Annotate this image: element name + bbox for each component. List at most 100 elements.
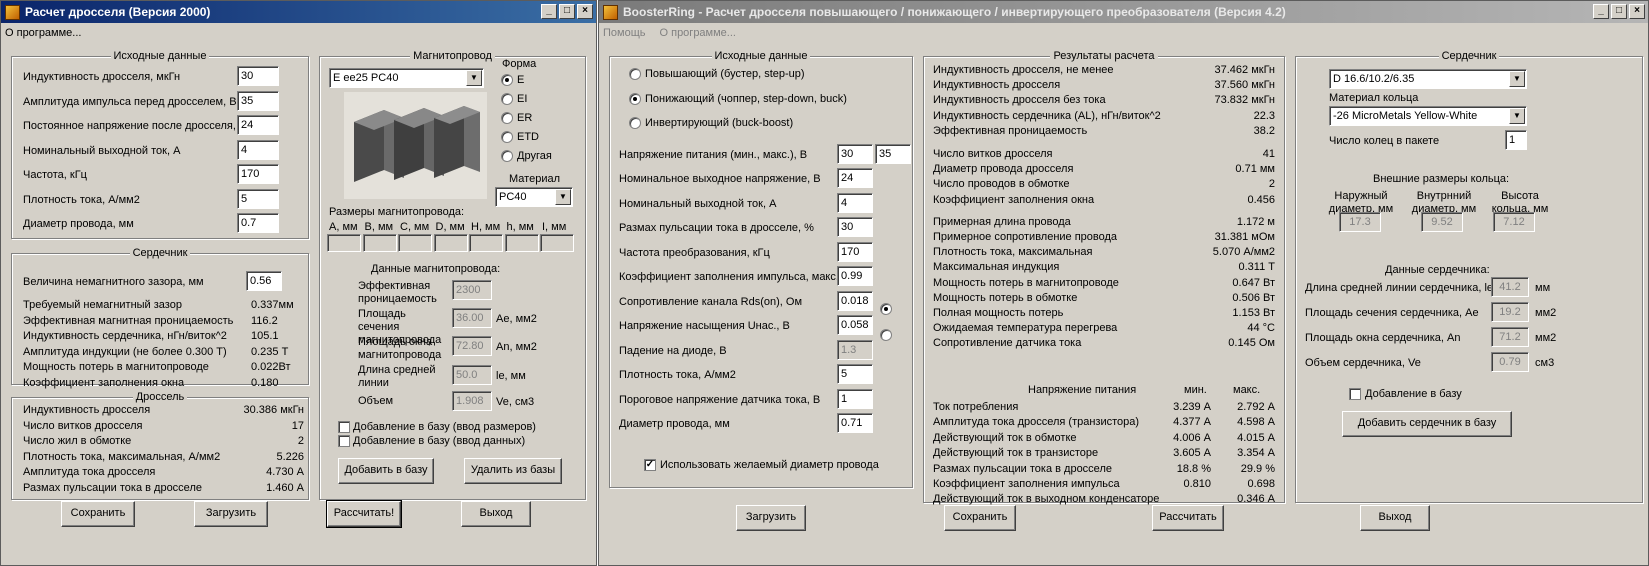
menu-about[interactable]: О программе... [660,27,736,39]
dim-input [327,234,361,252]
usat-radio[interactable] [880,329,892,341]
chevron-down-icon[interactable]: ▼ [555,189,571,205]
ae-input: 36.00 [452,308,492,328]
title-bar[interactable]: Расчет дросселя (Версия 2000) _ □ × [1,1,596,23]
add-data-checkbox[interactable] [338,435,350,447]
rings-count-input[interactable]: 1 [1505,130,1527,150]
result-label: Примерное сопротивление провода [933,231,1118,243]
maximize-button[interactable]: □ [559,4,575,19]
use-wire-checkbox[interactable]: ✓ [644,459,656,471]
le-unit: le, мм [496,370,526,382]
exit-button[interactable]: Выход [1360,505,1430,531]
result-value: 22.3 [1253,109,1275,122]
supply-max: 4.015 А [1237,431,1275,444]
shape-radio[interactable] [501,112,513,124]
chevron-down-icon[interactable]: ▼ [466,70,482,86]
source-input[interactable]: 0.99 [837,266,873,286]
menu-help[interactable]: Помощь [603,27,646,39]
ring-core-select[interactable]: D 16.6/10.2/6.35 ▼ [1329,69,1527,89]
add-dims-checkbox[interactable] [338,421,350,433]
exit-button[interactable]: Выход [461,501,531,527]
source-label: Коэффициент заполнения импульса, макс. [619,271,839,283]
remove-from-db-button[interactable]: Удалить из базы [464,458,562,484]
vin-min-input[interactable]: 30 [837,144,873,164]
supply-min: 18.8 % [1176,462,1211,475]
save-button[interactable]: Сохранить [61,501,135,527]
shape-label: ER [517,112,533,124]
choke-label: Амплитуда тока дросселя [23,466,156,478]
mode-radio[interactable] [629,68,641,80]
source-input[interactable]: 0.058 [837,315,873,335]
vin-max-input[interactable]: 35 [875,144,911,164]
dim-input [398,234,432,252]
source-input[interactable]: 170 [837,241,873,262]
source-input[interactable]: 1.3 [837,339,873,360]
ring-material-select[interactable]: -26 MicroMetals Yellow-White ▼ [1329,106,1527,126]
shape-radio[interactable] [501,131,513,143]
maximize-button[interactable]: □ [1611,4,1627,19]
source-input[interactable]: 4 [837,192,873,213]
shape-title: Форма [502,58,537,70]
calculate-button[interactable]: Рассчитать [1152,505,1224,531]
add-to-db-button[interactable]: Добавить в базу [338,458,434,484]
core-type-select[interactable]: E ee25 PC40 ▼ [329,68,484,88]
source-label: Пороговое напряжение датчика тока, В [619,393,821,406]
source-input[interactable]: 24 [237,115,279,135]
gap-input[interactable]: 0.56 [246,271,282,291]
source-input[interactable]: 4 [237,139,279,160]
le-input: 50.0 [452,365,492,385]
title-bar[interactable]: BoosterRing - Расчет дросселя повышающег… [599,1,1648,23]
source-input[interactable]: 1 [837,388,873,409]
add-core-checkbox[interactable] [1349,388,1361,400]
source-label: Частота, кГц [23,169,87,181]
load-button[interactable]: Загрузить [194,501,268,527]
source-input[interactable]: 30 [237,66,279,86]
result-value: 0.506 Вт [1232,291,1275,304]
source-label: Частота преобразования, кГц [619,246,770,259]
dim-input [504,234,539,252]
supply-max: 0.346 А [1237,493,1275,506]
material-select[interactable]: PC40 ▼ [495,187,573,207]
choke-value: 1.460 А [266,481,304,494]
source-label: Сопротивление канала Rds(on), Ом [619,295,803,308]
minimize-button[interactable]: _ [1593,4,1609,19]
mode-radio[interactable] [629,117,641,129]
shape-radio[interactable] [501,150,513,162]
load-button[interactable]: Загрузить [736,505,806,531]
supply-max: 3.354 А [1237,447,1275,460]
boosterring-window: BoosterRing - Расчет дросселя повышающег… [598,0,1649,566]
max-header: макс. [1233,384,1261,396]
shape-label: Другая [517,150,552,162]
result-label: Плотность тока, максимальная [933,246,1093,259]
add-core-label: Добавление в базу [1365,388,1462,400]
rds-radio[interactable] [880,303,892,315]
mode-radio[interactable] [629,92,641,105]
ve-unit: Ve, см3 [496,396,535,408]
choke-value: 2 [297,435,304,447]
shape-radio[interactable] [501,74,513,86]
calculate-button[interactable]: Рассчитать! [326,500,402,528]
source-input[interactable]: 0.71 [837,413,873,433]
source-input[interactable]: 5 [837,364,873,384]
close-button[interactable]: × [1629,4,1645,19]
core-label: Амплитуда индукции (не более 0.300 Т) [23,345,227,358]
save-button[interactable]: Сохранить [944,505,1016,531]
source-input[interactable]: 24 [837,168,873,188]
source-input[interactable]: 0.018 [837,290,873,311]
result-value: 31.381 мОм [1214,231,1275,243]
result-label: Мощность потерь в магнитопроводе [933,276,1119,289]
source-input[interactable]: 0.7 [237,213,279,233]
minimize-button[interactable]: _ [541,4,557,19]
shape-radio[interactable] [501,93,513,105]
close-button[interactable]: × [577,4,593,19]
source-input[interactable]: 5 [237,188,279,209]
chevron-down-icon[interactable]: ▼ [1509,108,1525,124]
chevron-down-icon[interactable]: ▼ [1509,71,1525,87]
source-input[interactable]: 170 [237,164,279,184]
choke-value: 30.386 мкГн [243,404,305,416]
source-input[interactable]: 30 [837,217,873,237]
menu-about[interactable]: О программе... [5,27,81,39]
source-input[interactable]: 35 [237,90,279,111]
add-core-button[interactable]: Добавить сердечник в базу [1342,411,1512,437]
choke-value: 5.226 [276,450,304,463]
